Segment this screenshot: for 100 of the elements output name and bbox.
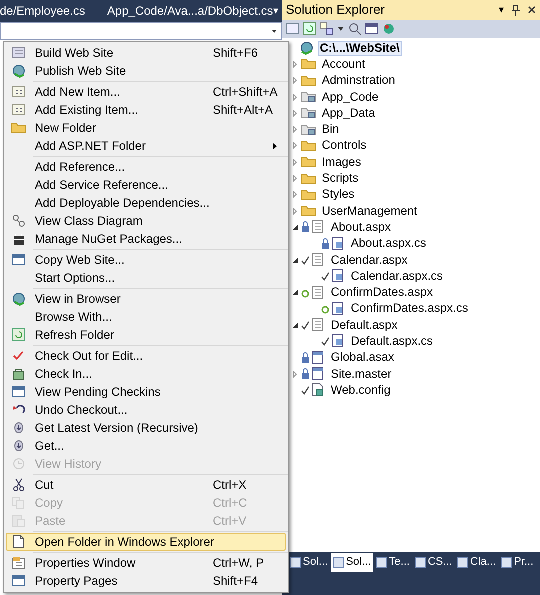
menu-item[interactable]: Check Out for Edit... bbox=[6, 347, 286, 365]
tree-item[interactable]: ConfirmDates.aspx bbox=[329, 285, 436, 300]
grid-icon bbox=[11, 102, 27, 118]
panel-tab[interactable]: CS... bbox=[412, 553, 454, 572]
panel-tab[interactable]: Te... bbox=[374, 553, 412, 572]
tree-item[interactable]: Calendar.aspx bbox=[329, 252, 410, 268]
package-icon bbox=[11, 231, 27, 247]
expand-arrow-icon[interactable] bbox=[293, 158, 297, 166]
panel-tab[interactable]: Cla... bbox=[455, 553, 498, 572]
expand-arrow-icon[interactable] bbox=[293, 370, 297, 378]
document-tab[interactable]: App_Code/Ava...a/DbObject.cs bbox=[107, 2, 274, 20]
tree-item[interactable]: App_Code bbox=[320, 90, 381, 105]
tree-item[interactable]: ConfirmDates.aspx.cs bbox=[349, 301, 470, 316]
menu-item[interactable]: Properties Window Ctrl+W, P bbox=[6, 554, 286, 572]
menu-item[interactable]: Start Options... bbox=[6, 269, 286, 287]
tree-item[interactable]: App_Data bbox=[320, 106, 378, 121]
expand-arrow-icon[interactable] bbox=[293, 77, 297, 84]
menu-item[interactable]: Refresh Folder bbox=[6, 326, 286, 344]
tree-item[interactable]: Styles bbox=[320, 187, 357, 202]
tree-item[interactable]: About.aspx.cs bbox=[349, 236, 428, 252]
window-menu-button[interactable]: ▾ bbox=[499, 2, 504, 18]
collapse-arrow-icon[interactable] bbox=[293, 224, 298, 230]
clock-icon bbox=[11, 456, 27, 472]
file-icon bbox=[310, 350, 326, 366]
menu-item[interactable]: Get Latest Version (Recursive) bbox=[6, 419, 286, 437]
build-icon bbox=[11, 45, 27, 61]
expand-arrow-icon[interactable] bbox=[293, 191, 297, 198]
collapse-arrow-icon[interactable] bbox=[293, 290, 298, 296]
tree-item[interactable]: Adminstration bbox=[320, 73, 398, 88]
tree-item[interactable]: About.aspx bbox=[329, 220, 394, 235]
nest-files-icon[interactable] bbox=[320, 22, 334, 36]
menu-item[interactable]: Check In... bbox=[6, 365, 286, 383]
page-icon bbox=[310, 317, 326, 334]
window-icon[interactable] bbox=[365, 22, 379, 36]
tree-item[interactable]: Default.aspx bbox=[329, 318, 400, 333]
tree-item[interactable]: Default.aspx.cs bbox=[349, 334, 436, 349]
tree-item[interactable]: UserManagement bbox=[320, 204, 420, 219]
toolbar-icon[interactable] bbox=[286, 22, 300, 36]
collapse-arrow-icon[interactable] bbox=[293, 322, 298, 328]
tree-item[interactable]: Account bbox=[320, 56, 368, 72]
menu-item[interactable]: Publish Web Site bbox=[6, 62, 286, 80]
document-tab[interactable]: de/Employee.cs bbox=[0, 2, 108, 20]
menu-item[interactable]: Add ASP.NET Folder bbox=[6, 137, 286, 155]
expand-arrow-icon[interactable] bbox=[293, 142, 297, 150]
tree-item[interactable]: Site.master bbox=[329, 366, 394, 382]
menu-item[interactable]: Add Service Reference... bbox=[6, 176, 286, 194]
tabs-menu-button[interactable]: ▾ bbox=[273, 4, 278, 18]
submenu-arrow-icon bbox=[273, 142, 277, 150]
menu-item[interactable]: Build Web Site Shift+F6 bbox=[6, 44, 286, 62]
panel-tab[interactable]: Sol... bbox=[288, 553, 330, 572]
globe-icon[interactable] bbox=[382, 22, 396, 36]
code-file-icon bbox=[330, 236, 346, 252]
menu-item[interactable]: Add Existing Item... Shift+Alt+A bbox=[6, 101, 286, 119]
file-icon bbox=[310, 366, 326, 382]
expand-arrow-icon[interactable] bbox=[293, 60, 297, 68]
tree-item[interactable]: Scripts bbox=[320, 171, 361, 186]
tree-item[interactable]: Images bbox=[320, 154, 364, 170]
window-icon bbox=[11, 384, 27, 400]
navigation-dropdown[interactable] bbox=[0, 22, 282, 40]
dropdown-caret-icon bbox=[272, 30, 277, 32]
refresh-icon[interactable] bbox=[303, 22, 317, 36]
expand-arrow-icon[interactable] bbox=[293, 94, 297, 101]
tree-item[interactable]: Controls bbox=[320, 138, 369, 154]
tree-item[interactable]: Bin bbox=[320, 122, 342, 138]
collapse-arrow-icon[interactable] bbox=[293, 258, 298, 262]
menu-item[interactable]: Copy Web Site... bbox=[6, 251, 286, 269]
menu-item[interactable]: Get... bbox=[6, 437, 286, 455]
tab-icon bbox=[414, 557, 426, 568]
tree-item[interactable]: C:\...\WebSite\ bbox=[318, 40, 402, 56]
panel-tab[interactable]: Sol... bbox=[331, 553, 374, 572]
tree-item[interactable]: Web.config bbox=[329, 382, 393, 398]
tree-item[interactable]: Calendar.aspx.cs bbox=[349, 268, 446, 284]
paste-icon bbox=[11, 513, 27, 529]
tree-item[interactable]: Global.asax bbox=[329, 350, 396, 366]
search-icon[interactable] bbox=[348, 22, 362, 36]
menu-item[interactable]: New Folder bbox=[6, 119, 286, 137]
menu-item[interactable]: View Class Diagram bbox=[6, 212, 286, 230]
expand-arrow-icon[interactable] bbox=[293, 110, 297, 117]
menu-item[interactable]: Cut Ctrl+X bbox=[6, 476, 286, 494]
menu-item[interactable]: Undo Checkout... bbox=[6, 401, 286, 419]
expand-arrow-icon[interactable] bbox=[293, 126, 297, 134]
menu-item[interactable]: Manage NuGet Packages... bbox=[6, 230, 286, 248]
config-file-icon bbox=[310, 382, 326, 398]
scissors-icon bbox=[11, 477, 27, 493]
website-icon bbox=[299, 40, 315, 56]
panel-tab[interactable]: Pr... bbox=[499, 553, 536, 572]
diagram-icon bbox=[11, 213, 27, 229]
expand-arrow-icon[interactable] bbox=[293, 208, 297, 215]
menu-item[interactable]: Property Pages Shift+F4 bbox=[6, 572, 286, 590]
menu-item[interactable]: Browse With... bbox=[6, 308, 286, 326]
menu-item[interactable]: View in Browser bbox=[6, 290, 286, 308]
menu-item[interactable]: Add New Item... Ctrl+Shift+A bbox=[6, 83, 286, 101]
menu-item[interactable]: View Pending Checkins bbox=[6, 383, 286, 401]
menu-item[interactable]: Add Reference... bbox=[6, 158, 286, 176]
menu-item[interactable]: Open Folder in Windows Explorer bbox=[6, 533, 286, 551]
expand-arrow-icon[interactable] bbox=[293, 175, 297, 182]
globe-icon bbox=[11, 291, 27, 307]
page-icon bbox=[310, 219, 326, 236]
window-icon bbox=[11, 252, 27, 268]
menu-item[interactable]: Add Deployable Dependencies... bbox=[6, 194, 286, 212]
